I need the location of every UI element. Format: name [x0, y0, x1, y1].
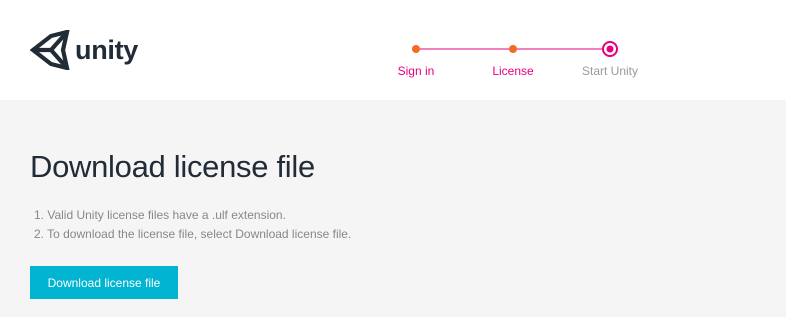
- instruction-item: 1. Valid Unity license files have a .ulf…: [34, 208, 286, 222]
- page-title: Download license file: [30, 149, 315, 184]
- header: unity Sign in License Start Unity: [0, 0, 786, 100]
- download-license-button[interactable]: Download license file: [30, 266, 178, 299]
- step-dot-start-unity: [606, 45, 614, 53]
- step-label-sign-in: Sign in: [397, 64, 435, 78]
- stepper-track: [412, 41, 618, 57]
- instruction-item: 2. To download the license file, select …: [34, 227, 352, 241]
- main-content: Download license file 1. Valid Unity lic…: [0, 100, 786, 317]
- step-label-start-unity: Start Unity: [581, 64, 638, 78]
- instructions-list: 1. Valid Unity license files have a .ulf…: [34, 206, 351, 244]
- progress-stepper: Sign in License Start Unity: [0, 0, 786, 100]
- step-dot-license: [509, 45, 517, 53]
- step-label-license: License: [492, 64, 534, 78]
- step-dot-sign-in: [412, 45, 420, 53]
